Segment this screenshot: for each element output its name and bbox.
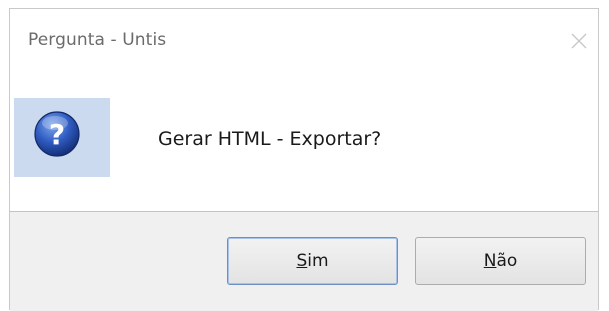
yes-button-mnemonic: S [296,251,308,271]
question-dialog: Pergunta - Untis ? Gerar HTML - Exportar… [9,8,599,311]
no-button-mnemonic: N [483,251,497,271]
close-button[interactable] [566,28,592,54]
title-bar[interactable]: Pergunta - Untis [10,9,598,71]
svg-text:?: ? [49,118,65,151]
button-bar: Sim Não [10,212,598,311]
no-button-label: ão [496,251,518,271]
close-icon [571,33,587,49]
question-icon: ? [34,111,80,157]
window-title: Pergunta - Untis [28,30,167,50]
no-button[interactable]: Não [415,237,586,285]
yes-button[interactable]: Sim [227,237,398,285]
yes-button-label: im [307,251,329,271]
dialog-content: ? Gerar HTML - Exportar? [10,71,598,212]
icon-area: ? [14,98,110,177]
dialog-message: Gerar HTML - Exportar? [158,128,382,150]
